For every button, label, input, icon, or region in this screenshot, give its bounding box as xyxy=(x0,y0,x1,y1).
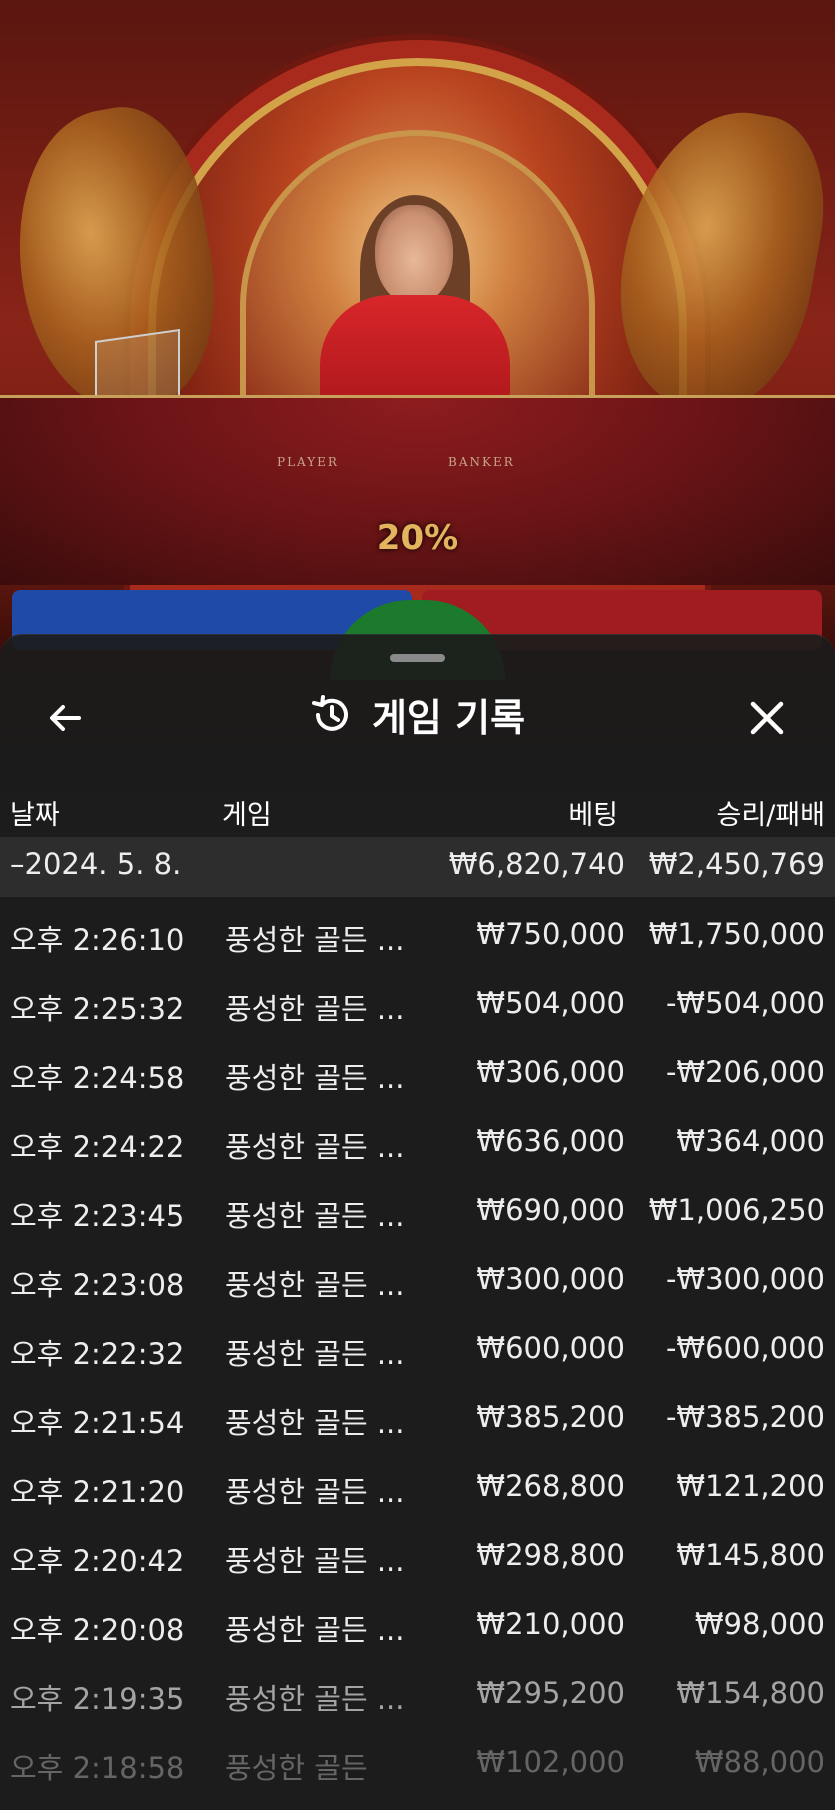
table-row[interactable]: 오후 2:20:08 풍성한 골든 ... ₩210,000 ₩98,000 xyxy=(0,1587,835,1656)
table-row[interactable]: 오후 2:22:32 풍성한 골든 ... ₩600,000 -₩600,000 xyxy=(0,1311,835,1380)
row-win-loss: ₩98,000 xyxy=(694,1607,825,1641)
row-time: 오후 2:23:08 xyxy=(10,1268,185,1302)
row-bet: ₩306,000 xyxy=(476,1055,625,1089)
row-bet: ₩210,000 xyxy=(476,1607,625,1641)
row-game: 풍성한 골든 ... xyxy=(225,1061,405,1095)
row-win-loss: ₩364,000 xyxy=(676,1124,825,1158)
row-win-loss: ₩121,200 xyxy=(676,1469,825,1503)
progress-percent: 20% xyxy=(376,518,459,558)
game-history-sheet: 게임 기록 날짜 게임 베팅 승리/패배 –2024. 5. 8. ₩6,820… xyxy=(0,634,835,1810)
row-game: 풍성한 골든 ... xyxy=(225,1613,405,1647)
history-table-header: 날짜 게임 베팅 승리/패배 xyxy=(0,785,835,835)
row-bet: ₩504,000 xyxy=(476,986,625,1020)
history-rows: 오후 2:26:10 풍성한 골든 ... ₩750,000 ₩1,750,00… xyxy=(0,897,835,1794)
row-game: 풍성한 골든 ... xyxy=(225,1406,405,1440)
column-header-win-loss: 승리/패배 xyxy=(716,800,825,831)
row-bet: ₩385,200 xyxy=(476,1400,625,1434)
row-game: 풍성한 골든 ... xyxy=(225,1475,405,1509)
row-bet: ₩295,200 xyxy=(476,1676,625,1710)
row-win-loss: ₩88,000 xyxy=(694,1745,825,1779)
row-time: 오후 2:19:35 xyxy=(10,1682,185,1716)
row-win-loss: -₩504,000 xyxy=(665,986,825,1020)
row-game: 풍성한 골든 ... xyxy=(225,1268,405,1302)
sheet-title-group: 게임 기록 xyxy=(0,687,835,742)
sheet-header: 게임 기록 xyxy=(0,675,835,755)
table-row[interactable]: 오후 2:18:58 풍성한 골든 ₩102,000 ₩88,000 xyxy=(0,1725,835,1794)
sheet-drag-handle[interactable] xyxy=(390,654,445,662)
history-icon xyxy=(311,694,348,731)
row-win-loss: -₩206,000 xyxy=(665,1055,825,1089)
row-bet: ₩600,000 xyxy=(476,1331,625,1365)
row-time: 오후 2:26:10 xyxy=(10,923,185,957)
row-game: 풍성한 골든 ... xyxy=(225,1130,405,1164)
column-header-bet: 베팅 xyxy=(568,800,618,831)
row-win-loss: -₩385,200 xyxy=(665,1400,825,1434)
summary-date: –2024. 5. 8. xyxy=(10,847,182,881)
row-game: 풍성한 골든 xyxy=(225,1751,368,1785)
row-time: 오후 2:20:42 xyxy=(10,1544,185,1578)
row-win-loss: ₩1,750,000 xyxy=(648,917,825,951)
row-time: 오후 2:20:08 xyxy=(10,1613,185,1647)
dealer-face xyxy=(375,205,453,305)
column-header-date: 날짜 xyxy=(10,800,60,831)
row-bet: ₩298,800 xyxy=(476,1538,625,1572)
row-game: 풍성한 골든 ... xyxy=(225,923,405,957)
row-bet: ₩300,000 xyxy=(476,1262,625,1296)
table-row[interactable]: 오후 2:23:45 풍성한 골든 ... ₩690,000 ₩1,006,25… xyxy=(0,1173,835,1242)
row-time: 오후 2:22:32 xyxy=(10,1337,185,1371)
column-header-game: 게임 xyxy=(222,800,272,831)
table-row[interactable]: 오후 2:25:32 풍성한 골든 ... ₩504,000 -₩504,000 xyxy=(0,966,835,1035)
table-row[interactable]: 오후 2:23:08 풍성한 골든 ... ₩300,000 -₩300,000 xyxy=(0,1242,835,1311)
row-game: 풍성한 골든 ... xyxy=(225,1199,405,1233)
row-game: 풍성한 골든 ... xyxy=(225,1544,405,1578)
table-row[interactable]: 오후 2:24:22 풍성한 골든 ... ₩636,000 ₩364,000 xyxy=(0,1104,835,1173)
date-summary-row[interactable]: –2024. 5. 8. ₩6,820,740 ₩2,450,769 xyxy=(0,837,835,897)
row-win-loss: -₩300,000 xyxy=(665,1262,825,1296)
table-label-player: PLAYER xyxy=(277,455,339,469)
row-win-loss: -₩600,000 xyxy=(665,1331,825,1365)
row-bet: ₩690,000 xyxy=(476,1193,625,1227)
table-row[interactable]: 오후 2:26:10 풍성한 골든 ... ₩750,000 ₩1,750,00… xyxy=(0,897,835,966)
row-time: 오후 2:23:45 xyxy=(10,1199,185,1233)
table-row[interactable]: 오후 2:24:58 풍성한 골든 ... ₩306,000 -₩206,000 xyxy=(0,1035,835,1104)
table-row[interactable]: 오후 2:21:20 풍성한 골든 ... ₩268,800 ₩121,200 xyxy=(0,1449,835,1518)
table-row[interactable]: 오후 2:19:35 풍성한 골든 ... ₩295,200 ₩154,800 xyxy=(0,1656,835,1725)
row-game: 풍성한 골든 ... xyxy=(225,1682,405,1716)
row-game: 풍성한 골든 ... xyxy=(225,1337,405,1371)
row-time: 오후 2:21:54 xyxy=(10,1406,185,1440)
row-time: 오후 2:25:32 xyxy=(10,992,185,1026)
table-row[interactable]: 오후 2:21:54 풍성한 골든 ... ₩385,200 -₩385,200 xyxy=(0,1380,835,1449)
row-bet: ₩750,000 xyxy=(476,917,625,951)
row-win-loss: ₩145,800 xyxy=(676,1538,825,1572)
row-bet: ₩636,000 xyxy=(476,1124,625,1158)
close-button[interactable] xyxy=(742,693,792,743)
table-row[interactable]: 오후 2:20:42 풍성한 골든 ... ₩298,800 ₩145,800 xyxy=(0,1518,835,1587)
row-game: 풍성한 골든 ... xyxy=(225,992,405,1026)
row-time: 오후 2:24:58 xyxy=(10,1061,185,1095)
summary-bet-total: ₩6,820,740 xyxy=(448,847,625,881)
close-icon xyxy=(750,701,784,735)
sheet-title: 게임 기록 xyxy=(371,696,526,740)
table-label-banker: BANKER xyxy=(448,455,515,469)
row-time: 오후 2:18:58 xyxy=(10,1751,185,1785)
row-bet: ₩268,800 xyxy=(476,1469,625,1503)
row-bet: ₩102,000 xyxy=(476,1745,625,1779)
row-win-loss: ₩154,800 xyxy=(676,1676,825,1710)
row-time: 오후 2:24:22 xyxy=(10,1130,185,1164)
summary-win-loss-total: ₩2,450,769 xyxy=(648,847,825,881)
row-time: 오후 2:21:20 xyxy=(10,1475,185,1509)
row-win-loss: ₩1,006,250 xyxy=(648,1193,825,1227)
